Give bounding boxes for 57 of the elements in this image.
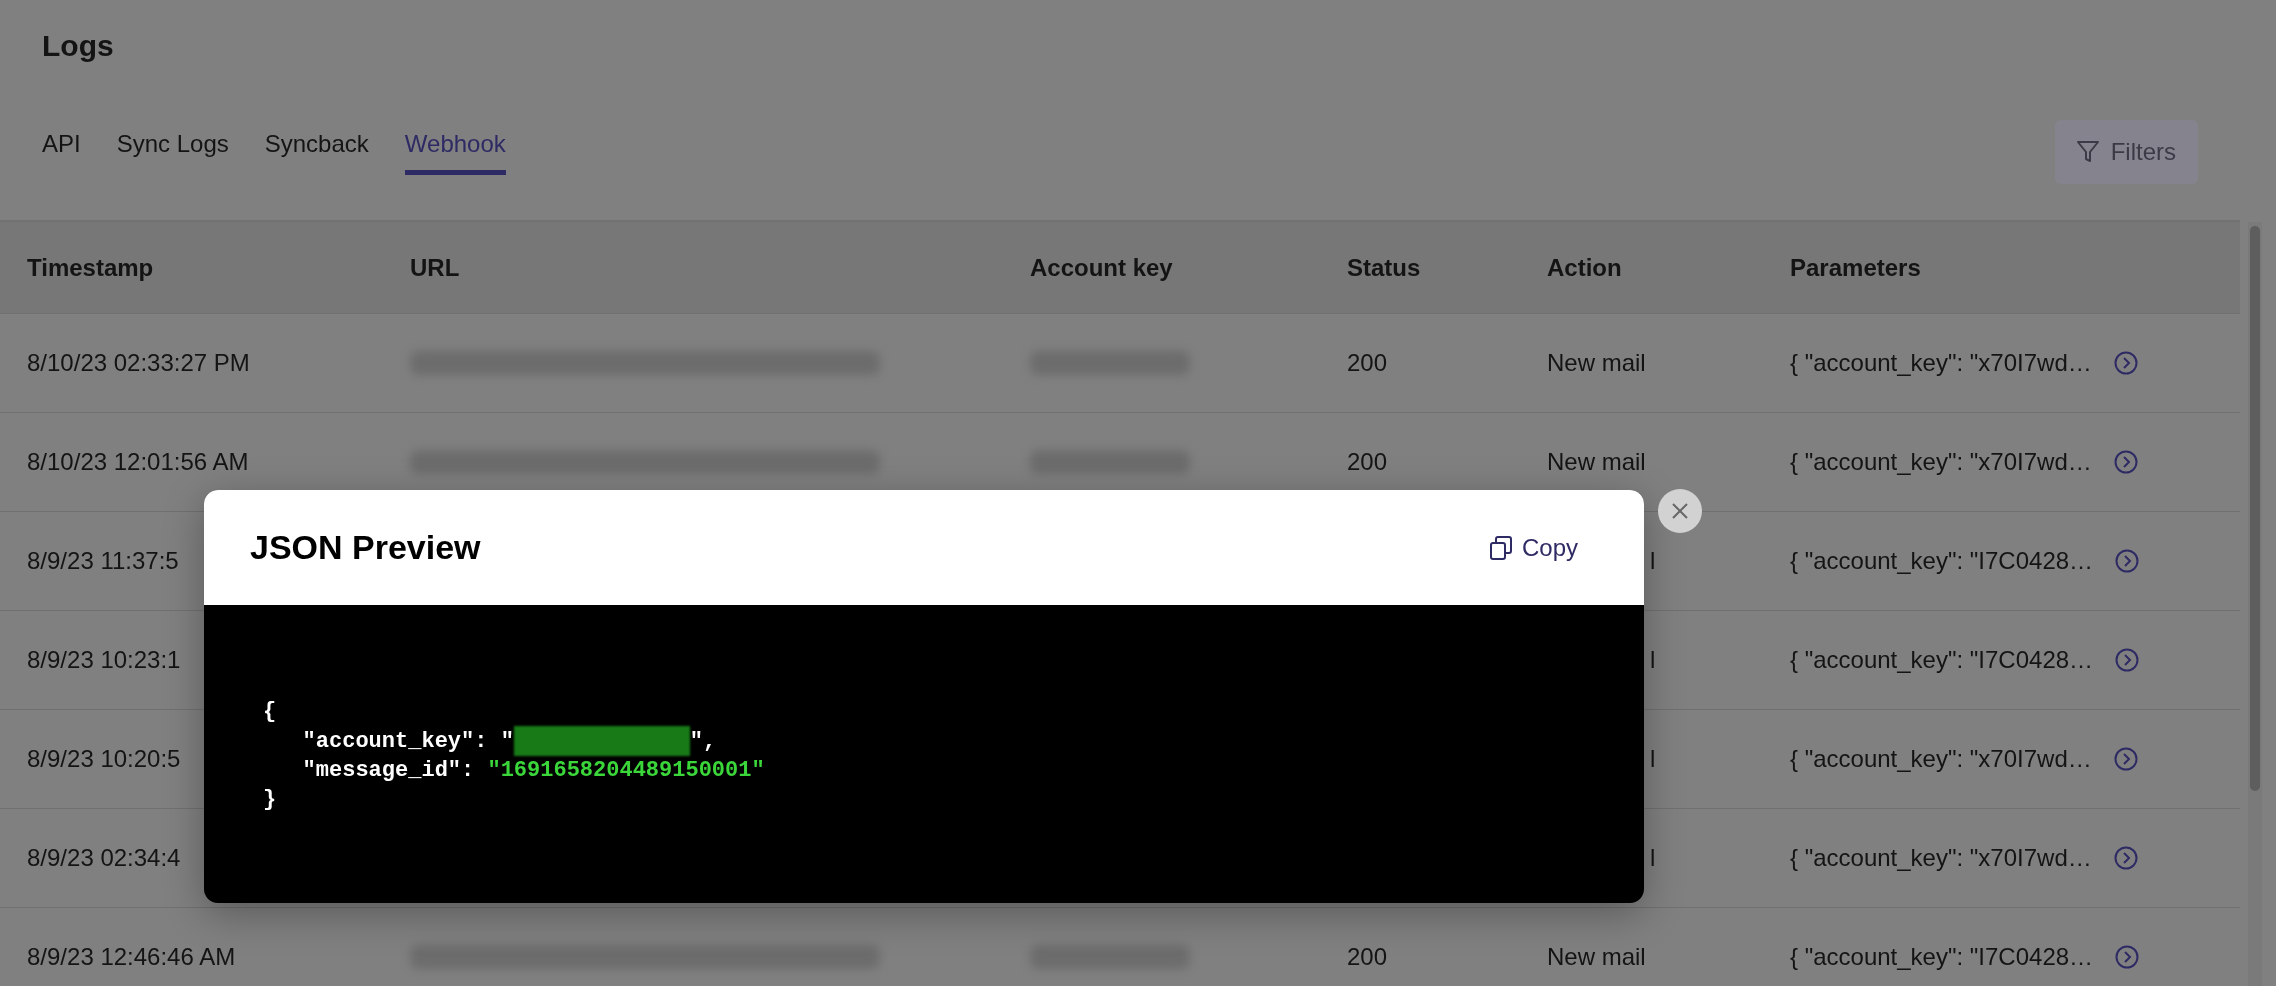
chevron-circle-icon[interactable] bbox=[2115, 648, 2140, 672]
table-cell-text: { "account_key": "x70I7wd… bbox=[1790, 348, 2092, 378]
table-cell: 8/9/23 12:46:46 AM bbox=[27, 943, 236, 970]
table-cell: 8/9/23 11:37:5 bbox=[27, 547, 179, 574]
chevron-circle-icon[interactable] bbox=[2113, 351, 2138, 375]
close-button[interactable] bbox=[1658, 489, 1702, 533]
table-cell: 200 bbox=[1347, 943, 1388, 970]
filter-icon bbox=[2076, 140, 2099, 164]
table-cell-text: { "account_key": "I7C0428… bbox=[1790, 942, 2094, 972]
table-cell: 8/9/23 02:34:4 bbox=[27, 844, 181, 871]
code-line: { bbox=[263, 698, 278, 726]
tab[interactable]: Webhook bbox=[404, 126, 506, 175]
tab[interactable]: Syncback bbox=[264, 126, 369, 175]
table-cell: 8/10/23 02:33:27 PM bbox=[27, 349, 250, 376]
column-header: Account key bbox=[1030, 253, 1173, 281]
chevron-circle-icon[interactable] bbox=[2115, 549, 2140, 573]
table-cell: New mail bbox=[1547, 943, 1646, 970]
table-cell-text: { "account_key": "I7C0428… bbox=[1790, 645, 2094, 675]
column-header: Action bbox=[1547, 253, 1622, 281]
code-text: " bbox=[500, 728, 514, 754]
column-header: Parameters bbox=[1790, 253, 1921, 281]
table-cell: 200 bbox=[1347, 448, 1388, 475]
scrollbar-thumb[interactable] bbox=[2250, 226, 2260, 791]
code-value: "1691658204489150001" bbox=[487, 758, 765, 783]
table-cell: 8/9/23 10:20:5 bbox=[27, 745, 181, 772]
copy-button[interactable]: Copy bbox=[1489, 529, 1578, 566]
table-cell: 8/9/23 10:23:1 bbox=[27, 646, 181, 673]
close-icon bbox=[1671, 502, 1689, 520]
page-title: Logs bbox=[42, 28, 114, 64]
chevron-circle-icon[interactable] bbox=[2113, 450, 2138, 474]
column-header: Timestamp bbox=[27, 253, 154, 281]
filters-button[interactable]: Filters bbox=[2054, 120, 2198, 184]
column-header: URL bbox=[410, 253, 460, 281]
table-cell-text: { "account_key": "x70I7wd… bbox=[1790, 744, 2092, 774]
code-text: "account_key": bbox=[301, 728, 489, 754]
code-line: } bbox=[263, 786, 278, 814]
table-cell-text: { "account_key": "I7C0428… bbox=[1790, 546, 2094, 576]
chevron-circle-icon[interactable] bbox=[2113, 747, 2138, 771]
tab[interactable]: API bbox=[42, 126, 81, 175]
table-cell-text: { "account_key": "x70I7wd… bbox=[1790, 843, 2092, 873]
modal-title: JSON Preview bbox=[250, 527, 481, 568]
table-cell: 200 bbox=[1347, 349, 1388, 376]
table-cell: New mail bbox=[1547, 349, 1646, 376]
chevron-circle-icon[interactable] bbox=[2115, 945, 2140, 969]
table-cell: l bbox=[1650, 844, 1656, 871]
table-cell: 8/10/23 12:01:56 AM bbox=[27, 448, 249, 475]
table-cell: New mail bbox=[1547, 448, 1646, 475]
code-text: "message_id": bbox=[301, 758, 476, 783]
table-cell-text: { "account_key": "x70I7wd… bbox=[1790, 447, 2092, 477]
column-header: Status bbox=[1347, 253, 1421, 281]
tab[interactable]: Sync Logs bbox=[116, 126, 229, 175]
chevron-circle-icon[interactable] bbox=[2113, 846, 2138, 870]
table-cell: l bbox=[1650, 547, 1656, 574]
table-cell: l bbox=[1650, 745, 1656, 772]
code-text: ", bbox=[689, 728, 717, 754]
copy-icon bbox=[1489, 535, 1512, 560]
table-cell: l bbox=[1650, 646, 1656, 673]
